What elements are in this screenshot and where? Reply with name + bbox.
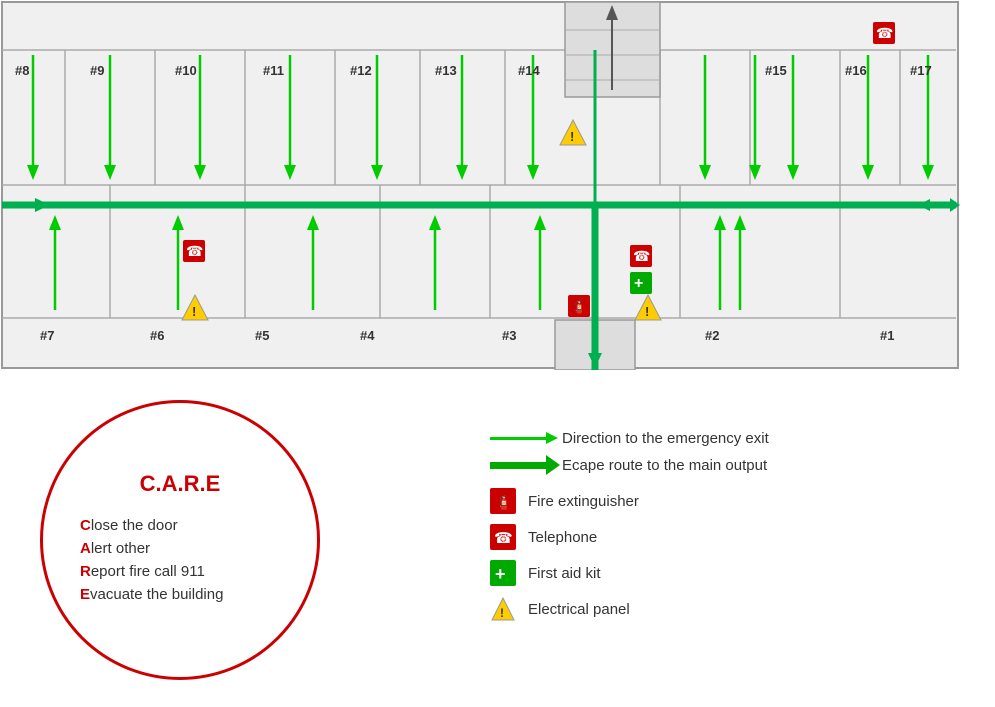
svg-text:!: ! <box>192 304 196 319</box>
svg-text:#7: #7 <box>40 328 54 343</box>
legend-direction: Direction to the emergency exit <box>490 430 970 447</box>
legend-firstaid-label: First aid kit <box>528 565 601 582</box>
svg-text:#4: #4 <box>360 328 375 343</box>
svg-text:#17: #17 <box>910 63 932 78</box>
thin-arrow-icon <box>490 437 550 440</box>
svg-text:☎: ☎ <box>494 530 513 547</box>
legend: Direction to the emergency exit Ecape ro… <box>490 430 970 632</box>
svg-text:#14: #14 <box>518 63 540 78</box>
care-line-close: Close the door <box>80 517 280 534</box>
svg-text:🧯: 🧯 <box>571 299 587 314</box>
svg-text:#13: #13 <box>435 63 457 78</box>
svg-text:☎: ☎ <box>186 243 203 259</box>
legend-phone-label: Telephone <box>528 529 597 546</box>
svg-text:#1: #1 <box>880 328 894 343</box>
legend-escape-label: Ecape route to the main output <box>562 457 767 474</box>
electrical-icon: ! <box>490 596 516 622</box>
legend-fire-ext: 🧯 Fire extinguisher <box>490 488 970 514</box>
care-line-report: Report fire call 911 <box>80 563 280 580</box>
svg-text:#12: #12 <box>350 63 372 78</box>
care-line-alert: Alert other <box>80 540 280 557</box>
legend-fire-ext-label: Fire extinguisher <box>528 493 639 510</box>
care-circle: C.A.R.E Close the door Alert other Repor… <box>40 400 320 680</box>
legend-electrical-label: Electrical panel <box>528 601 630 618</box>
legend-electrical: ! Electrical panel <box>490 596 970 622</box>
svg-text:#8: #8 <box>15 63 29 78</box>
phone-icon: ☎ <box>490 524 516 550</box>
svg-text:+: + <box>634 275 643 292</box>
svg-text:#2: #2 <box>705 328 719 343</box>
fire-ext-icon: 🧯 <box>490 488 516 514</box>
legend-phone: ☎ Telephone <box>490 524 970 550</box>
legend-escape: Ecape route to the main output <box>490 457 970 474</box>
firstaid-icon: + <box>490 560 516 586</box>
legend-direction-label: Direction to the emergency exit <box>562 430 769 447</box>
care-title: C.A.R.E <box>140 471 221 497</box>
svg-text:#5: #5 <box>255 328 269 343</box>
legend-firstaid: + First aid kit <box>490 560 970 586</box>
svg-text:!: ! <box>645 304 649 319</box>
thick-arrow-icon <box>490 462 550 469</box>
svg-text:#6: #6 <box>150 328 164 343</box>
svg-text:☎: ☎ <box>633 248 650 264</box>
svg-text:#15: #15 <box>765 63 787 78</box>
svg-text:🧯: 🧯 <box>495 494 512 511</box>
svg-text:☎: ☎ <box>876 25 893 41</box>
svg-text:#11: #11 <box>263 63 284 78</box>
svg-text:+: + <box>495 564 506 584</box>
svg-text:#16: #16 <box>845 63 867 78</box>
svg-text:#9: #9 <box>90 63 104 78</box>
svg-text:#3: #3 <box>502 328 516 343</box>
care-line-evacuate: Evacuate the building <box>80 586 280 603</box>
svg-text:!: ! <box>570 129 574 144</box>
svg-text:#10: #10 <box>175 63 197 78</box>
svg-text:!: ! <box>500 606 504 620</box>
